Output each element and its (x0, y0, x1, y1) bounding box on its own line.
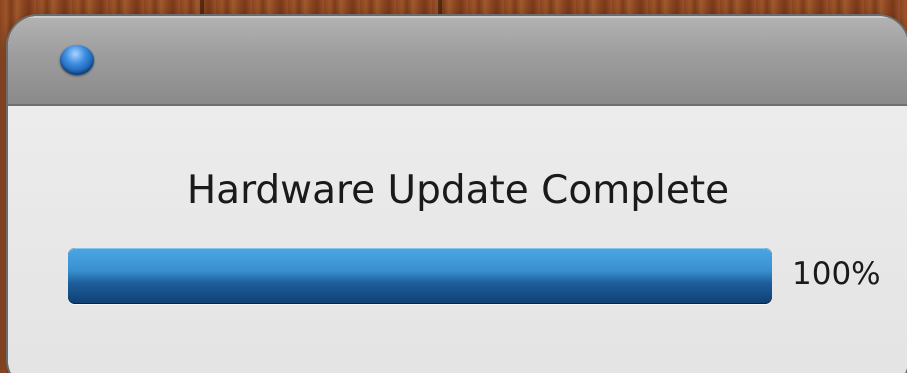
progress-percent-label: 100% (792, 256, 881, 292)
update-dialog-window: Hardware Update Complete 100% (8, 16, 907, 373)
dialog-content: Hardware Update Complete 100% (8, 106, 907, 373)
window-control-button[interactable] (60, 45, 94, 75)
progress-bar-fill (68, 248, 772, 304)
dialog-title: Hardware Update Complete (186, 168, 730, 213)
window-titlebar[interactable] (8, 16, 907, 106)
progress-bar (68, 248, 772, 304)
